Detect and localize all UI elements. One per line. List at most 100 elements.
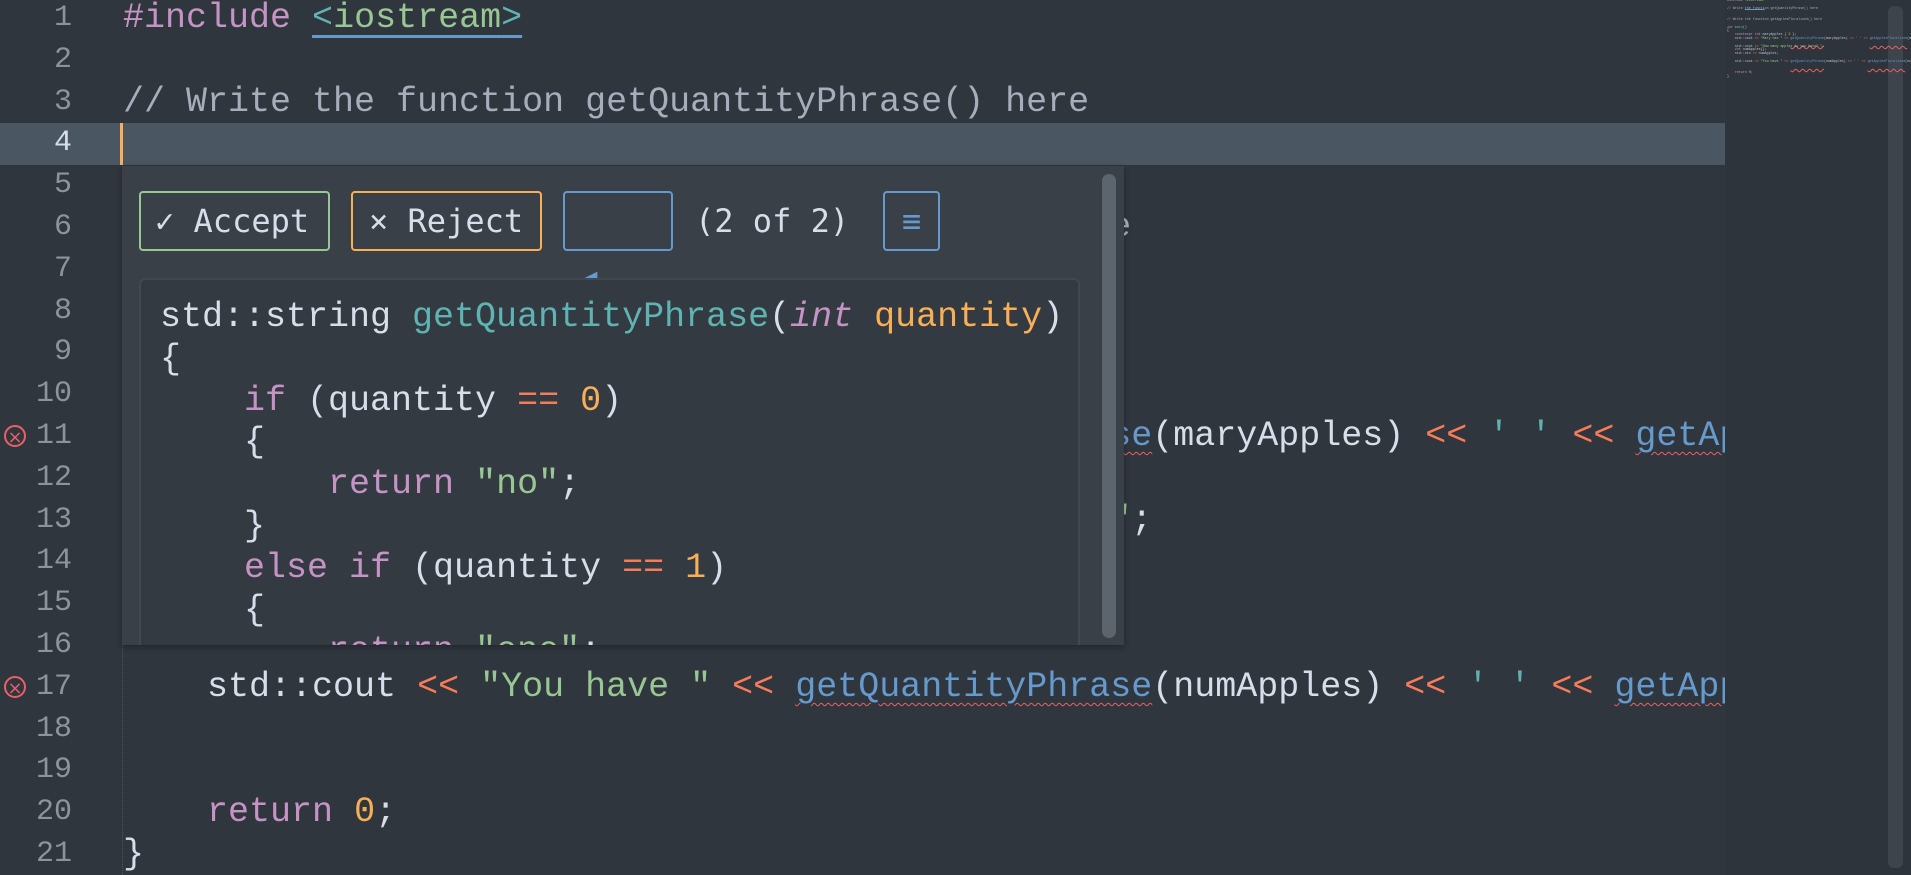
line-number: 10 bbox=[35, 377, 72, 412]
code-token: { bbox=[160, 589, 266, 630]
code-token: (maryApples) bbox=[1907, 36, 1911, 40]
code-token: ; bbox=[580, 631, 601, 645]
line-number: 3 bbox=[53, 84, 72, 119]
code-token: std::cin bbox=[1727, 51, 1753, 56]
suggestion-code-line: return "no"; bbox=[160, 463, 580, 505]
code-token: getQuantityPhrase bbox=[412, 297, 770, 337]
code-token: "one" bbox=[475, 631, 580, 645]
code-token: getApplesPluralized bbox=[1635, 416, 1725, 456]
suggestion-code-line: return "one"; bbox=[160, 630, 601, 645]
minimap[interactable]: #include <iostream> // Write the function… bbox=[1725, 0, 1911, 875]
code-token: getApplesPluralized bbox=[1867, 58, 1906, 63]
code-token: quantity bbox=[874, 297, 1043, 337]
code-token: { bbox=[160, 422, 266, 463]
code-token: ; bbox=[559, 464, 581, 505]
minimap-scroll-thumb[interactable] bbox=[1888, 6, 1903, 868]
suggestion-nav: ◀ ▶ bbox=[563, 191, 673, 347]
code-token: ) bbox=[1042, 297, 1064, 337]
code-line: } bbox=[123, 833, 144, 875]
code-token: < bbox=[312, 0, 334, 38]
code-token: ) bbox=[706, 547, 728, 588]
code-line: // Write the function getQuantityPhrase(… bbox=[123, 81, 1089, 123]
code-token: ' ' bbox=[1488, 416, 1552, 456]
line-number: 8 bbox=[53, 293, 72, 328]
code-token: ; bbox=[1131, 499, 1153, 540]
code-token: ) bbox=[601, 380, 623, 421]
minimap-line: #include <iostream> bbox=[1727, 0, 1765, 3]
code-token: ; bbox=[1822, 43, 1824, 48]
line-number: 21 bbox=[35, 837, 72, 871]
code-line: #include <iostream> bbox=[123, 0, 522, 39]
code-token: (quantity bbox=[286, 380, 518, 421]
line-number: 14 bbox=[35, 544, 72, 579]
code-line: std::cout << "You have " << getQuantityP… bbox=[123, 666, 1725, 708]
code-token: << bbox=[1425, 416, 1468, 456]
line-number: 19 bbox=[35, 753, 72, 788]
line-number: 16 bbox=[35, 628, 72, 662]
suggestion-code-line: { bbox=[160, 338, 181, 380]
accept-button[interactable]: ✓ Accept bbox=[139, 191, 330, 251]
code-token: (maryApples) bbox=[1824, 36, 1850, 40]
code-token: "How many apples do you have? " bbox=[1760, 43, 1822, 48]
inline-suggestion-popup: ✓ Accept × Reject ◀ ▶ (2 of 2) ≡ std::st… bbox=[122, 166, 1124, 645]
line-number: 7 bbox=[53, 251, 72, 286]
code-token: "no" bbox=[475, 464, 560, 505]
code-token: << bbox=[732, 666, 775, 707]
code-token: getQuantityPhrase bbox=[795, 666, 1153, 707]
code-token: #include bbox=[123, 0, 292, 38]
line-number: 5 bbox=[53, 168, 72, 203]
code-token: numApples; bbox=[1756, 51, 1779, 56]
code-line: return 0; bbox=[123, 791, 396, 833]
code-token: (maryApples) bbox=[1152, 416, 1426, 456]
code-token: // Write the function getQuantityPhrase(… bbox=[123, 81, 1090, 122]
code-token: "You have " bbox=[480, 666, 712, 707]
code-token: (numApples) bbox=[1152, 666, 1405, 707]
error-icon[interactable]: × bbox=[4, 675, 26, 699]
code-token: iostream bbox=[1746, 0, 1763, 2]
code-token: // Write the function getApplesPluralize… bbox=[1727, 17, 1822, 21]
code-token: #include bbox=[1727, 0, 1743, 2]
code-token: else if bbox=[244, 547, 392, 588]
minimap-line: // Write the function getQuantityPhrase(… bbox=[1727, 5, 1819, 11]
code-token: ; bbox=[375, 792, 397, 833]
code-token: 0 bbox=[354, 792, 376, 833]
code-token: << bbox=[1551, 666, 1594, 707]
code-token: iostream bbox=[333, 0, 502, 38]
code-token: "Mary has " bbox=[1760, 36, 1783, 40]
code-token: ; bbox=[1750, 70, 1753, 75]
code-token: std::cout bbox=[1727, 36, 1755, 40]
code-token: << bbox=[1572, 416, 1615, 456]
code-token: return bbox=[328, 464, 455, 505]
minimap-line: std::cin >> numApples; bbox=[1727, 51, 1779, 56]
code-token: } bbox=[160, 506, 266, 546]
line-number: 13 bbox=[35, 502, 72, 537]
code-token: } bbox=[1727, 74, 1729, 78]
suggestion-counter: (2 of 2) bbox=[695, 202, 850, 240]
reject-button[interactable]: × Reject bbox=[351, 191, 542, 251]
text-cursor bbox=[120, 123, 123, 165]
suggestion-code-line: { bbox=[160, 589, 265, 631]
suggestion-code-preview: std::string getQuantityPhrase(int quanti… bbox=[139, 278, 1080, 645]
error-icon[interactable]: × bbox=[4, 425, 26, 448]
code-token: ' ' bbox=[1467, 666, 1531, 707]
code-token: << bbox=[417, 666, 460, 707]
popup-scrollbar[interactable] bbox=[1102, 174, 1116, 638]
code-token: if bbox=[244, 380, 287, 421]
code-token: std::cout bbox=[123, 666, 418, 707]
code-token: // Write the function getQuantityPhrase(… bbox=[1727, 5, 1819, 10]
code-token: (numApples) bbox=[1905, 58, 1911, 63]
menu-button[interactable]: ≡ bbox=[883, 191, 940, 251]
suggestion-code-line: else if (quantity == 1) bbox=[160, 547, 727, 589]
